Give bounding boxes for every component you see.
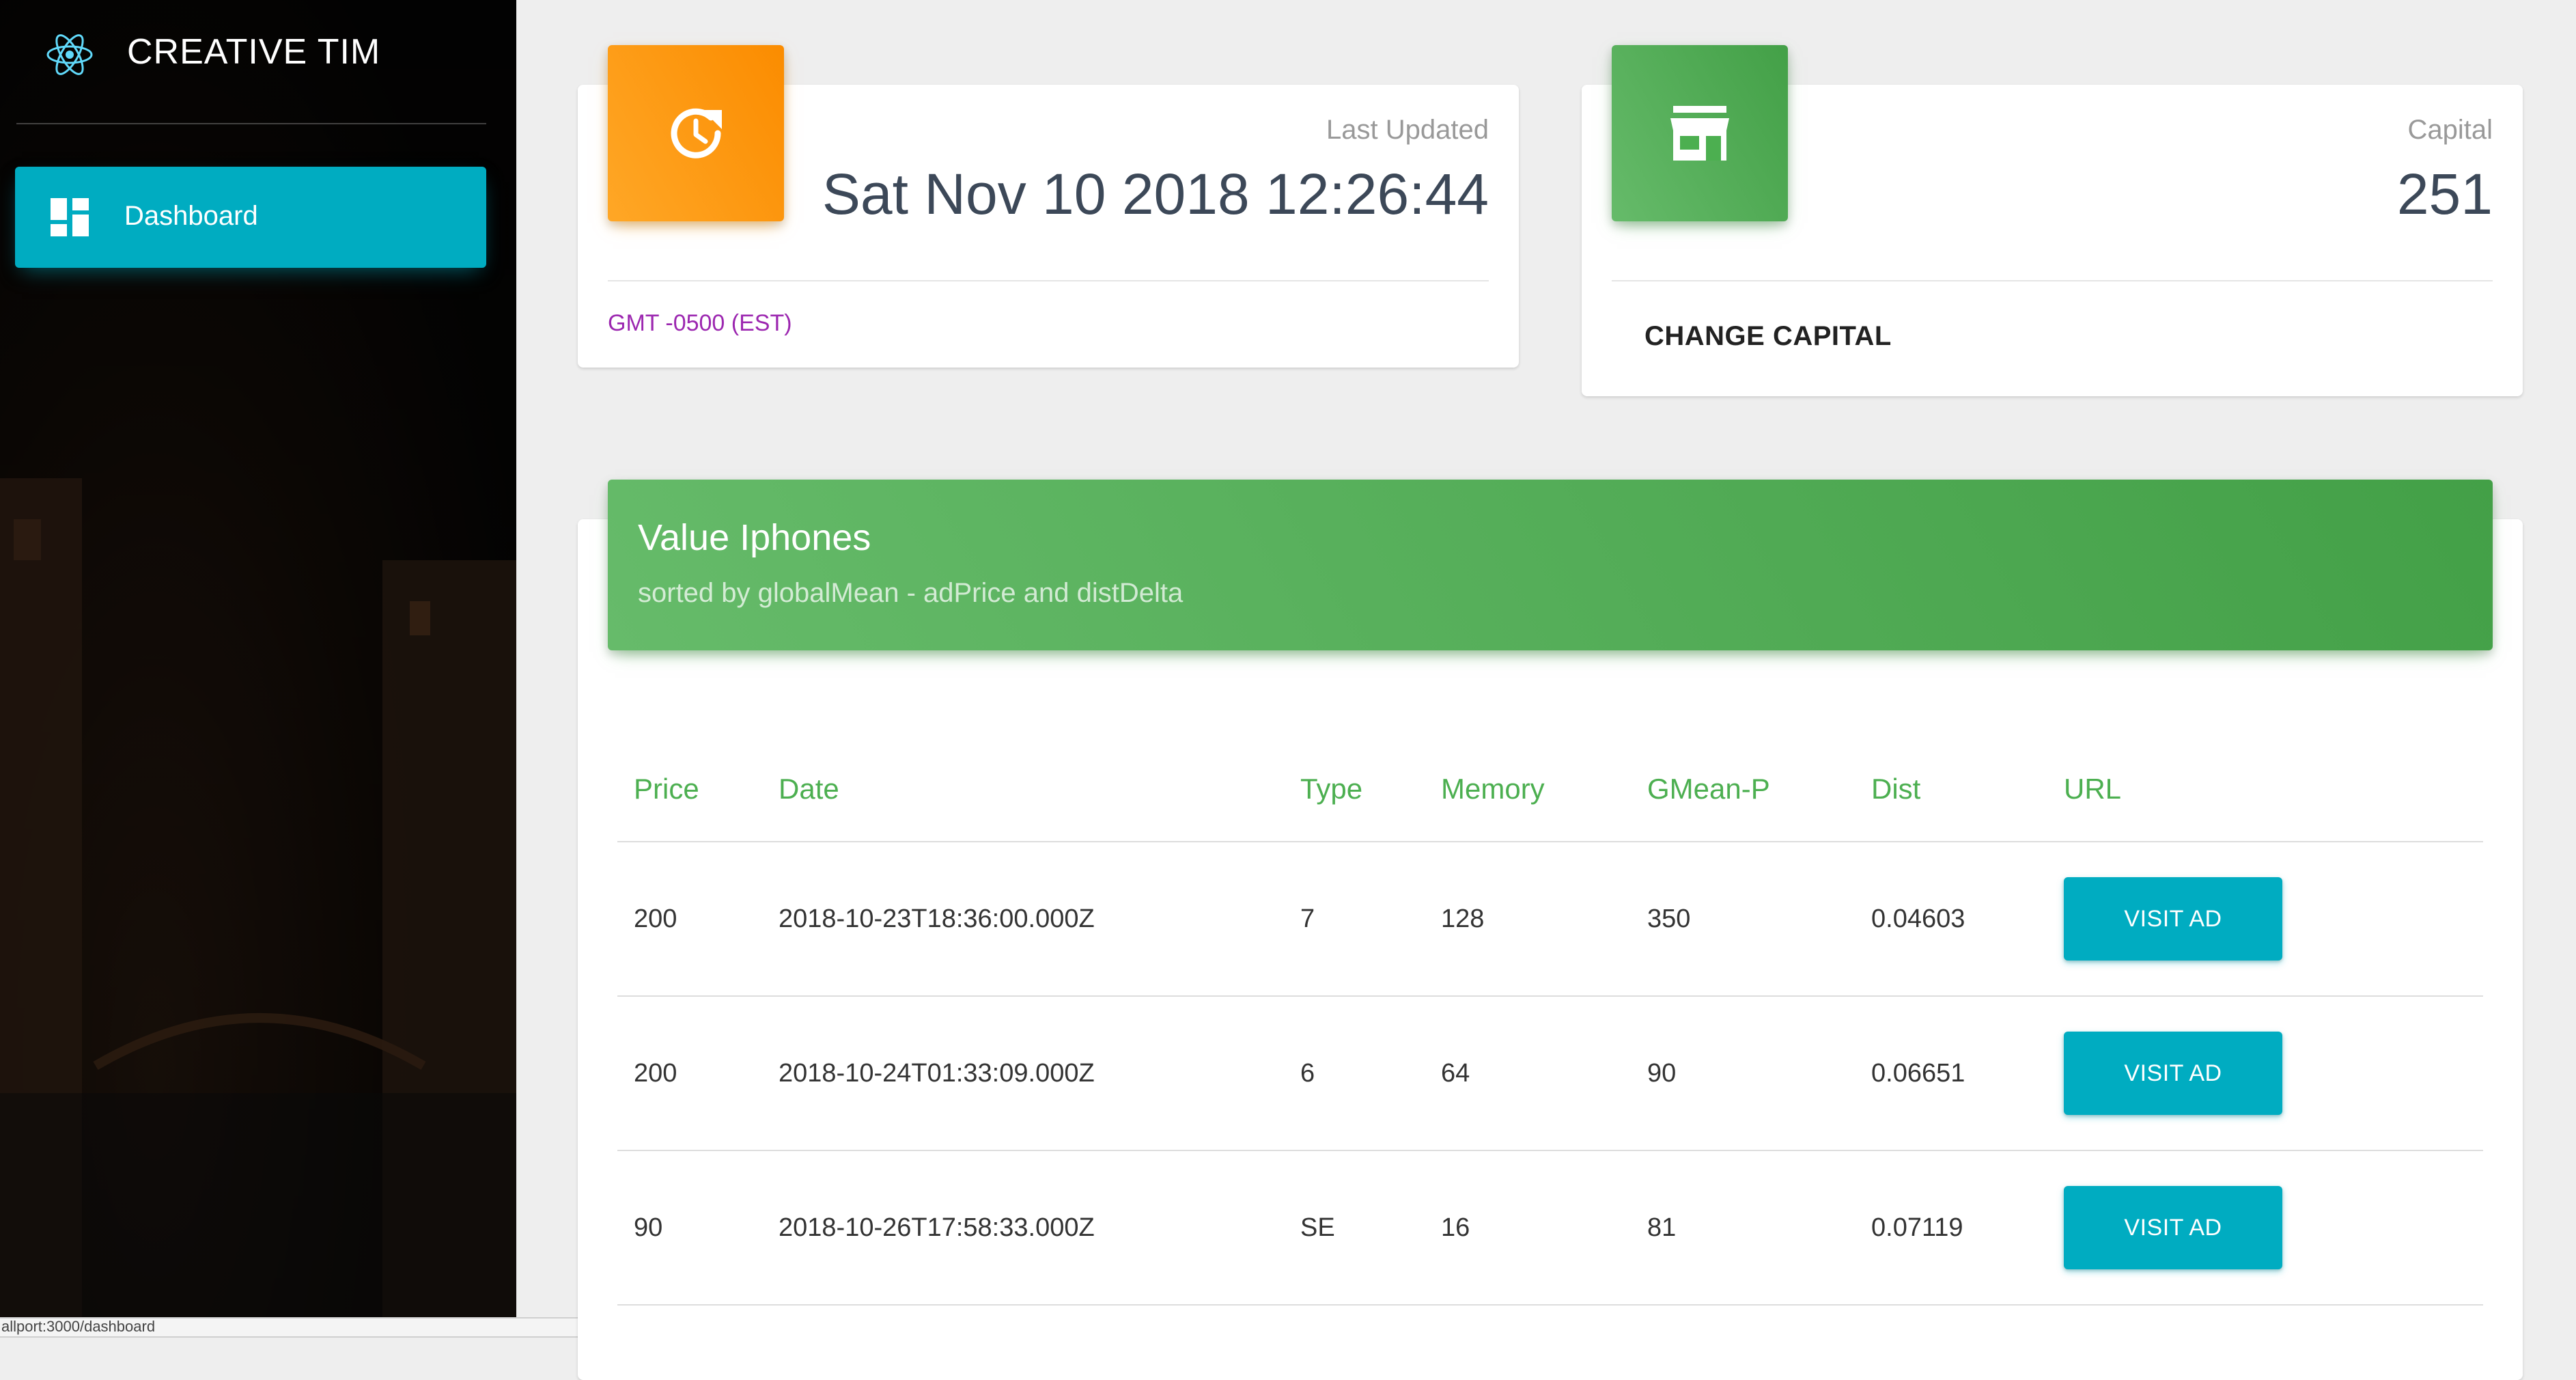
table-card-header: Value Iphones sorted by globalMean - adP… <box>608 480 2493 650</box>
cell-url: VISIT AD <box>2047 996 2483 1151</box>
sidebar-item-label: Dashboard <box>124 201 258 231</box>
react-atom-icon <box>46 34 93 75</box>
cell-memory: 64 <box>1425 996 1631 1151</box>
timezone-text: GMT -0500 (EST) <box>608 310 792 336</box>
cell-gmean: 90 <box>1631 996 1855 1151</box>
visit-ad-button[interactable]: VISIT AD <box>2064 1032 2282 1115</box>
table-title: Value Iphones <box>638 517 871 558</box>
column-header-dist[interactable]: Dist <box>1855 736 2047 842</box>
column-header-type[interactable]: Type <box>1284 736 1425 842</box>
column-header-price[interactable]: Price <box>617 736 762 842</box>
sidebar: CREATIVE TIM Dashboard <box>0 0 516 1334</box>
change-capital-button[interactable]: CHANGE CAPITAL <box>1612 307 1924 365</box>
cell-date: 2018-10-26T17:58:33.000Z <box>762 1150 1284 1306</box>
cell-type: SE <box>1284 1150 1425 1306</box>
cell-dist: 0.07119 <box>1855 1150 2047 1306</box>
table-row: 200 2018-10-24T01:33:09.000Z 6 64 90 0.0… <box>617 996 2483 1151</box>
visit-ad-button[interactable]: VISIT AD <box>2064 877 2282 961</box>
update-clock-icon <box>671 108 722 158</box>
last-updated-card: Last Updated Sat Nov 10 2018 12:26:44 GM… <box>578 45 1519 368</box>
table-row: 200 2018-10-23T18:36:00.000Z 7 128 350 0… <box>617 842 2483 997</box>
cell-price: 200 <box>617 996 762 1151</box>
column-header-gmean[interactable]: GMean-P <box>1631 736 1855 842</box>
column-header-date[interactable]: Date <box>762 736 1284 842</box>
value-iphones-card: Value Iphones sorted by globalMean - adP… <box>578 480 2523 1380</box>
capital-card: Capital 251 CHANGE CAPITAL <box>1582 45 2523 396</box>
cell-dist: 0.04603 <box>1855 842 2047 997</box>
cell-date: 2018-10-23T18:36:00.000Z <box>762 842 1284 997</box>
capital-value: 251 <box>2396 162 2493 226</box>
store-icon <box>1670 106 1729 161</box>
cell-memory: 16 <box>1425 1150 1631 1306</box>
update-icon-box <box>608 45 784 221</box>
cell-dist: 0.06651 <box>1855 996 2047 1151</box>
dashboard-icon <box>51 198 89 236</box>
sidebar-logo[interactable]: CREATIVE TIM <box>0 0 516 123</box>
column-header-url[interactable]: URL <box>2047 736 2483 842</box>
cell-price: 200 <box>617 842 762 997</box>
last-updated-label: Last Updated <box>1326 115 1489 145</box>
capital-label: Capital <box>2407 115 2493 145</box>
iphones-table: Price Date Type Memory GMean-P Dist URL … <box>617 736 2483 1306</box>
cell-gmean: 350 <box>1631 842 1855 997</box>
table-subtitle: sorted by globalMean - adPrice and distD… <box>638 578 1184 608</box>
brand-name: CREATIVE TIM <box>127 32 381 72</box>
cell-date: 2018-10-24T01:33:09.000Z <box>762 996 1284 1151</box>
card-divider <box>608 280 1489 281</box>
cell-memory: 128 <box>1425 842 1631 997</box>
column-header-memory[interactable]: Memory <box>1425 736 1631 842</box>
cell-type: 6 <box>1284 996 1425 1151</box>
cell-gmean: 81 <box>1631 1150 1855 1306</box>
cell-url: VISIT AD <box>2047 1150 2483 1306</box>
sidebar-divider <box>16 123 486 124</box>
table-header-row: Price Date Type Memory GMean-P Dist URL <box>617 736 2483 842</box>
cell-type: 7 <box>1284 842 1425 997</box>
visit-ad-button[interactable]: VISIT AD <box>2064 1186 2282 1269</box>
card-divider <box>1612 280 2493 281</box>
last-updated-value: Sat Nov 10 2018 12:26:44 <box>822 162 1489 226</box>
sidebar-item-dashboard[interactable]: Dashboard <box>15 167 486 268</box>
table-row: 90 2018-10-26T17:58:33.000Z SE 16 81 0.0… <box>617 1150 2483 1306</box>
cell-url: VISIT AD <box>2047 842 2483 997</box>
capital-icon-box <box>1612 45 1788 221</box>
cell-price: 90 <box>617 1150 762 1306</box>
